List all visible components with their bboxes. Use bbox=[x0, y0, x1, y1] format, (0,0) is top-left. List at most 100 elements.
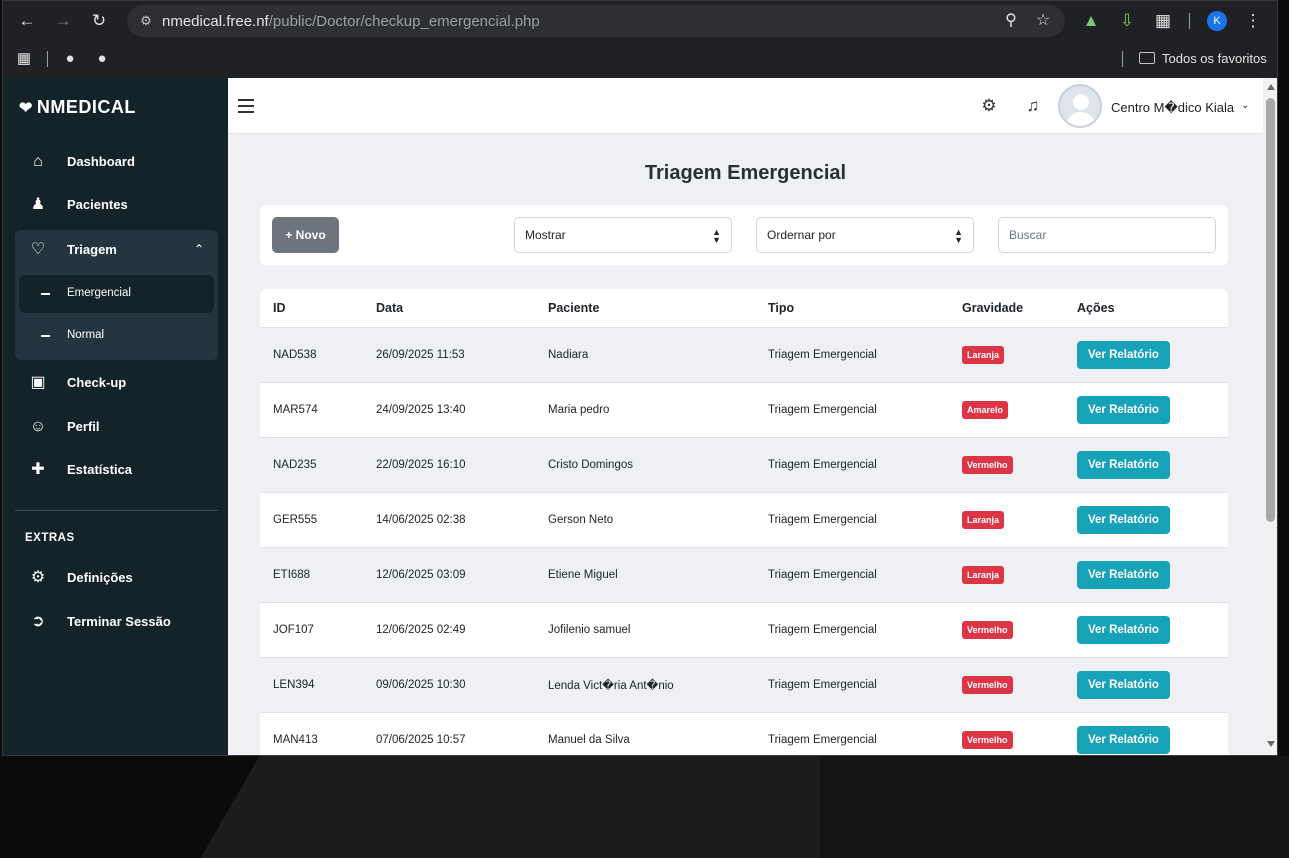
column-header: Paciente bbox=[535, 289, 755, 328]
severity-badge: Vermelho bbox=[962, 455, 1013, 474]
cell-severity: Vermelho bbox=[949, 712, 1064, 755]
menu-kebab-icon[interactable]: ⋮ bbox=[1241, 9, 1265, 33]
extras-heading: EXTRAS bbox=[25, 532, 75, 544]
folder-icon bbox=[1139, 52, 1155, 64]
user-avatar[interactable] bbox=[1058, 84, 1102, 128]
view-report-button[interactable]: Ver Relatório bbox=[1077, 395, 1170, 424]
globe-icon[interactable]: ● bbox=[61, 50, 79, 68]
cell-id: MAR574 bbox=[260, 382, 363, 438]
sidebar: ❤ NMEDICAL ⌂ Dashboard ♟ Pacientes ♡ Tria… bbox=[3, 78, 228, 755]
column-header: Data bbox=[363, 289, 535, 328]
settings-gear-icon[interactable]: ⚙ bbox=[979, 96, 999, 116]
url-text[interactable]: nmedical.free.nf/public/Doctor/checkup_e… bbox=[162, 13, 540, 30]
view-report-button[interactable]: Ver Relatório bbox=[1077, 340, 1170, 369]
cell-date: 24/09/2025 13:40 bbox=[363, 382, 535, 438]
cell-date: 14/06/2025 02:38 bbox=[363, 492, 535, 548]
brand-logo[interactable]: ❤ NMEDICAL bbox=[19, 97, 136, 118]
logout-icon: ➲ bbox=[31, 613, 45, 630]
page-title: Triagem Emergencial bbox=[644, 162, 847, 184]
back-icon[interactable]: ← bbox=[15, 9, 39, 33]
sidebar-item-pacientes[interactable]: ♟ Pacientes bbox=[15, 185, 218, 225]
table-row: ETI688 12/06/2025 03:09 Etiene Miguel Triag… bbox=[260, 547, 1228, 603]
cell-severity: Amarelo bbox=[949, 382, 1064, 438]
profile-avatar[interactable]: K bbox=[1207, 11, 1227, 31]
cell-patient: Maria pedro bbox=[535, 382, 755, 438]
extension-android-icon[interactable]: ▲ bbox=[1079, 9, 1103, 33]
zoom-icon[interactable]: ⚲ bbox=[1001, 11, 1021, 31]
page-scrollbar[interactable] bbox=[1263, 78, 1277, 755]
cell-date: 07/06/2025 10:57 bbox=[363, 712, 535, 755]
new-button[interactable]: + Novo bbox=[272, 217, 339, 253]
sidebar-item-dashboard[interactable]: ⌂ Dashboard bbox=[15, 142, 218, 182]
all-bookmarks-folder[interactable]: Todos os favoritos bbox=[1139, 51, 1267, 66]
cell-patient: Lenda Vict�ria Ant�nio bbox=[535, 657, 755, 713]
ambulance-icon: ✚ bbox=[31, 461, 45, 478]
view-report-button[interactable]: Ver Relatório bbox=[1077, 450, 1170, 479]
sidebar-item-estatistica[interactable]: ✚ Estatística bbox=[15, 450, 218, 490]
scroll-down-arrow[interactable] bbox=[1267, 741, 1275, 747]
order-select[interactable]: Ordernar por ▲ ▼ bbox=[756, 217, 974, 253]
site-info-icon[interactable]: ⚙ bbox=[137, 12, 155, 30]
table-header-row: ID Data Paciente Tipo Gravidade Ações bbox=[260, 289, 1228, 328]
extensions-puzzle-icon[interactable]: ▦ bbox=[1151, 9, 1175, 33]
cell-actions: Ver Relatório bbox=[1064, 547, 1228, 603]
forward-icon[interactable]: → bbox=[51, 9, 75, 33]
cell-severity: Vermelho bbox=[949, 657, 1064, 713]
users-icon: ♟ bbox=[30, 196, 46, 213]
table-row: JOF107 12/06/2025 02:49 Jofilenio samuel Tr… bbox=[260, 602, 1228, 658]
star-icon[interactable]: ☆ bbox=[1033, 11, 1053, 31]
home-icon: ⌂ bbox=[33, 153, 43, 170]
globe-icon[interactable]: ● bbox=[93, 50, 111, 68]
heartbeat-logo-icon: ❤ bbox=[19, 100, 33, 117]
cell-date: 12/06/2025 02:49 bbox=[363, 602, 535, 658]
address-bar[interactable]: ⚙ nmedical.free.nf/public/Doctor/checkup… bbox=[127, 5, 1065, 37]
reload-icon[interactable]: ↻ bbox=[87, 9, 111, 33]
view-report-button[interactable]: Ver Relatório bbox=[1077, 670, 1170, 699]
severity-badge: Vermelho bbox=[962, 620, 1013, 639]
cell-actions: Ver Relatório bbox=[1064, 602, 1228, 658]
notification-bell-icon[interactable]: ♫ bbox=[1023, 96, 1043, 116]
view-report-button[interactable]: Ver Relatório bbox=[1077, 505, 1170, 534]
sidebar-subitem-emergencial[interactable]: Emergencial bbox=[19, 275, 214, 313]
scroll-up-arrow[interactable] bbox=[1267, 84, 1275, 90]
cell-patient: Gerson Neto bbox=[535, 492, 755, 548]
cell-type: Triagem Emergencial bbox=[755, 437, 949, 493]
view-report-button[interactable]: Ver Relatório bbox=[1077, 560, 1170, 589]
sidebar-item-triagem[interactable]: ♡ Triagem ⌃ bbox=[15, 230, 218, 270]
table-row: NAD235 22/09/2025 16:10 Cristo Domingos Tri… bbox=[260, 437, 1228, 493]
apps-grid-icon[interactable]: ▦ bbox=[15, 50, 33, 68]
cell-patient: Etiene Miguel bbox=[535, 547, 755, 603]
sidebar-item-terminar-sessao[interactable]: ➲ Terminar Sessão bbox=[15, 602, 218, 642]
cell-actions: Ver Relatório bbox=[1064, 712, 1228, 755]
cell-id: LEN394 bbox=[260, 657, 363, 713]
show-select[interactable]: Mostrar ▲ ▼ bbox=[514, 217, 732, 253]
sidebar-subitem-normal[interactable]: Normal bbox=[19, 317, 214, 355]
browser-window: ← → ↻ ⚙ nmedical.free.nf/public/Doctor/c… bbox=[2, 0, 1278, 756]
hamburger-menu-icon[interactable] bbox=[238, 99, 254, 113]
browser-toolbar: ← → ↻ ⚙ nmedical.free.nf/public/Doctor/c… bbox=[3, 1, 1277, 41]
cell-actions: Ver Relatório bbox=[1064, 382, 1228, 438]
chevron-up-icon: ⌃ bbox=[193, 242, 205, 256]
cell-date: 26/09/2025 11:53 bbox=[363, 327, 535, 383]
cell-patient: Jofilenio samuel bbox=[535, 602, 755, 658]
column-header: Tipo bbox=[755, 289, 949, 328]
sidebar-item-checkup[interactable]: ▣ Check-up bbox=[15, 363, 218, 403]
sidebar-item-perfil[interactable]: ☺ Perfil bbox=[15, 407, 218, 447]
sidebar-item-definicoes[interactable]: ⚙ Definições bbox=[15, 558, 218, 598]
search-input[interactable] bbox=[998, 217, 1216, 253]
severity-badge: Vermelho bbox=[962, 675, 1013, 694]
top-header: ⚙ ♫ Centro M�dico Kiala ⌄ bbox=[228, 78, 1263, 134]
cell-severity: Laranja bbox=[949, 547, 1064, 603]
view-report-button[interactable]: Ver Relatório bbox=[1077, 725, 1170, 754]
desktop-background-shape bbox=[820, 756, 1289, 858]
download-icon[interactable]: ⇩ bbox=[1115, 9, 1139, 33]
cell-type: Triagem Emergencial bbox=[755, 492, 949, 548]
cell-type: Triagem Emergencial bbox=[755, 382, 949, 438]
chevron-down-icon[interactable]: ⌄ bbox=[1241, 100, 1249, 111]
severity-badge: Laranja bbox=[962, 510, 1005, 529]
scroll-thumb[interactable] bbox=[1266, 98, 1275, 522]
table-row: MAN413 07/06/2025 10:57 Manuel da Silva Tri… bbox=[260, 712, 1228, 755]
view-report-button[interactable]: Ver Relatório bbox=[1077, 615, 1170, 644]
user-name[interactable]: Centro M�dico Kiala bbox=[1111, 100, 1234, 116]
cell-type: Triagem Emergencial bbox=[755, 712, 949, 755]
